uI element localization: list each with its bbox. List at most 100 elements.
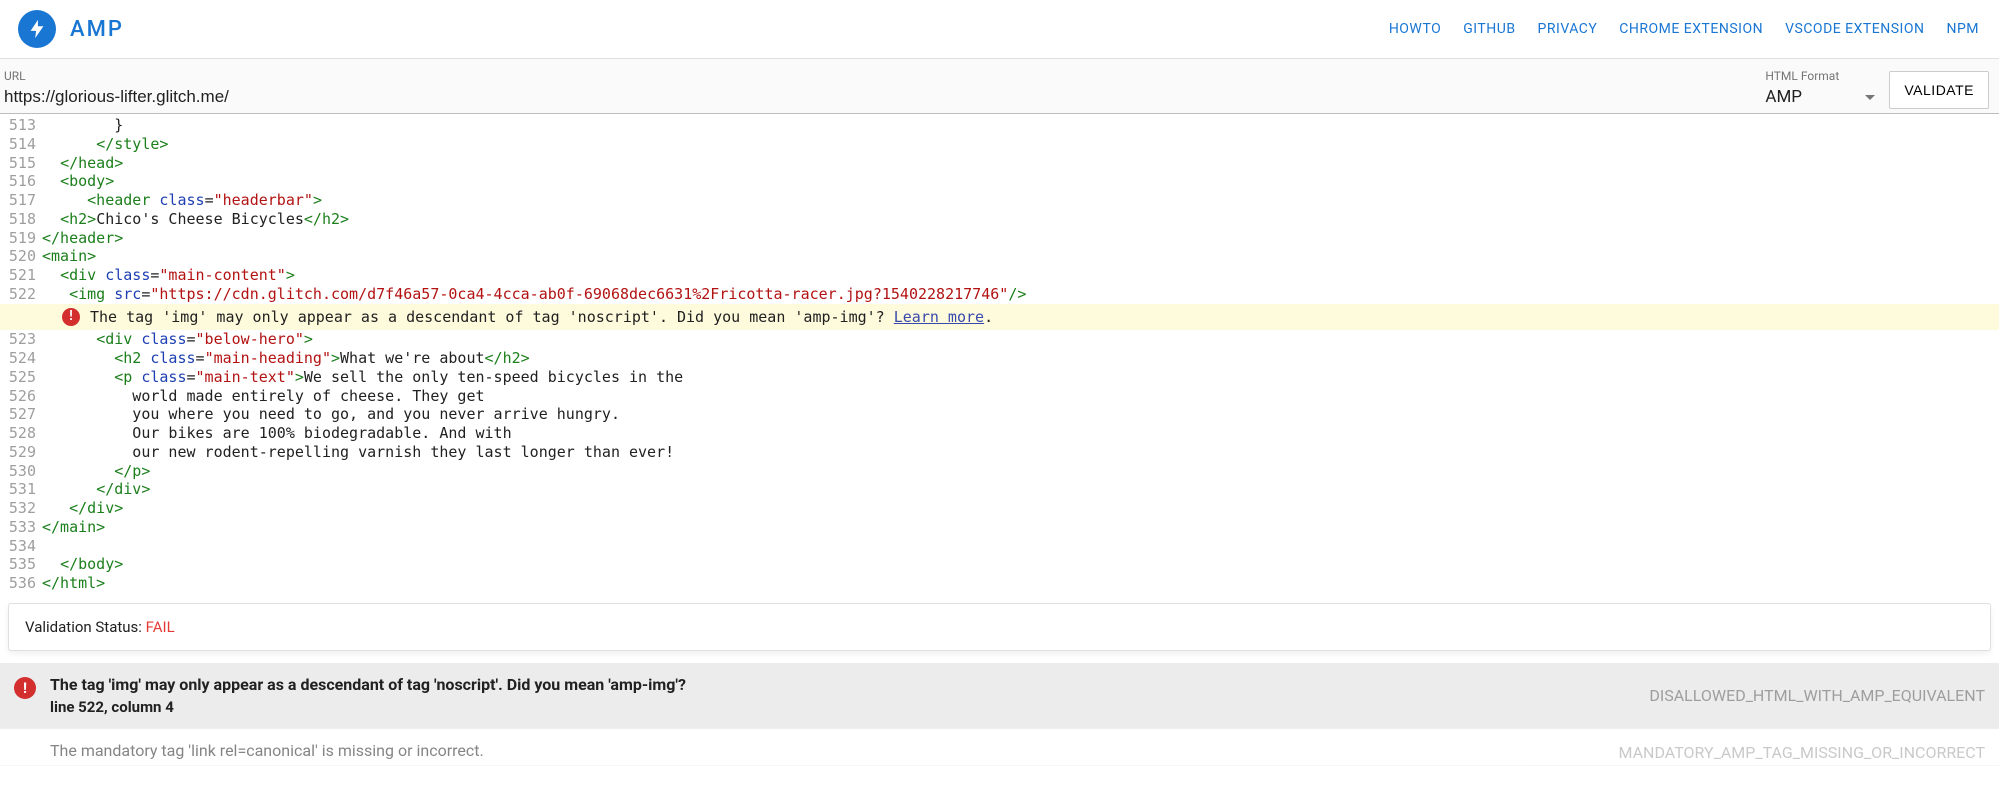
error-code: DISALLOWED_HTML_WITH_AMP_EQUIVALENT [1649,686,1985,705]
code-content [42,537,1999,556]
code-content: <div class="main-content"> [42,266,1999,285]
toolbar: URL HTML Format AMP VALIDATE [0,59,1999,114]
nav-howto[interactable]: HOWTO [1389,21,1441,37]
inline-error-text: The tag 'img' may only appear as a desce… [90,308,993,327]
error-panel: ! The tag 'img' may only appear as a des… [0,663,1999,766]
line-number: 526 [0,387,42,406]
code-content: Our bikes are 100% biodegradable. And wi… [42,424,1999,443]
code-line[interactable]: 524 <h2 class="main-heading">What we're … [0,349,1999,368]
line-number: 530 [0,462,42,481]
code-line[interactable]: 525 <p class="main-text">We sell the onl… [0,368,1999,387]
code-line[interactable]: 514 </style> [0,135,1999,154]
code-line[interactable]: 531 </div> [0,480,1999,499]
code-line[interactable]: 522 <img src="https://cdn.glitch.com/d7f… [0,285,1999,304]
error-row-partial[interactable]: ! The mandatory tag 'link rel=canonical'… [0,729,1999,766]
error-row[interactable]: ! The tag 'img' may only appear as a des… [0,663,1999,729]
line-number: 524 [0,349,42,368]
logo[interactable]: AMP [18,10,124,48]
code-line[interactable]: 523 <div class="below-hero"> [0,330,1999,349]
code-editor[interactable]: 513 }514 </style>515 </head>516 <body>51… [0,114,1999,593]
code-line[interactable]: 535 </body> [0,555,1999,574]
validate-button[interactable]: VALIDATE [1889,71,1989,109]
line-number: 534 [0,537,42,556]
error-title: The tag 'img' may only appear as a desce… [50,675,1635,694]
code-content: <h2 class="main-heading">What we're abou… [42,349,1999,368]
code-line[interactable]: 536</html> [0,574,1999,593]
code-content: <p class="main-text">We sell the only te… [42,368,1999,387]
line-number: 513 [0,116,42,135]
code-content: </html> [42,574,1999,593]
line-number: 532 [0,499,42,518]
code-line[interactable]: 517 <header class="headerbar"> [0,191,1999,210]
code-content: <header class="headerbar"> [42,191,1999,210]
line-number: 516 [0,172,42,191]
line-number: 519 [0,229,42,248]
line-number: 517 [0,191,42,210]
line-number: 518 [0,210,42,229]
learn-more-link[interactable]: Learn more [894,308,984,326]
code-line[interactable]: 533</main> [0,518,1999,537]
nav-chrome-extension[interactable]: CHROME EXTENSION [1619,21,1763,37]
code-line[interactable]: 518 <h2>Chico's Cheese Bicycles</h2> [0,210,1999,229]
code-content: <body> [42,172,1999,191]
code-content: <h2>Chico's Cheese Bicycles</h2> [42,210,1999,229]
code-content: } [42,116,1999,135]
chevron-down-icon [1865,95,1875,100]
nav-privacy[interactable]: PRIVACY [1538,21,1598,37]
nav-vscode-extension[interactable]: VSCODE EXTENSION [1785,21,1924,37]
code-line[interactable]: 527 you where you need to go, and you ne… [0,405,1999,424]
code-line[interactable]: 534 [0,537,1999,556]
code-content: </p> [42,462,1999,481]
top-nav: HOWTO GITHUB PRIVACY CHROME EXTENSION VS… [1389,21,1979,37]
format-label: HTML Format [1765,69,1875,85]
error-location: line 522, column 4 [50,698,1635,716]
code-content: </div> [42,480,1999,499]
line-number: 531 [0,480,42,499]
format-select[interactable]: HTML Format AMP [1765,69,1875,114]
line-number: 515 [0,154,42,173]
code-content: </head> [42,154,1999,173]
code-line[interactable]: 529 our new rodent-repelling varnish the… [0,443,1999,462]
url-input[interactable] [4,85,1751,113]
code-content: world made entirely of cheese. They get [42,387,1999,406]
code-content: </div> [42,499,1999,518]
error-title: The mandatory tag 'link rel=canonical' i… [50,741,1604,760]
line-number: 533 [0,518,42,537]
code-line[interactable]: 513 } [0,116,1999,135]
code-line[interactable]: 519</header> [0,229,1999,248]
code-content: <img src="https://cdn.glitch.com/d7f46a5… [42,285,1999,304]
nav-github[interactable]: GITHUB [1463,21,1515,37]
app-header: AMP HOWTO GITHUB PRIVACY CHROME EXTENSIO… [0,0,1999,59]
code-line[interactable]: 515 </head> [0,154,1999,173]
nav-npm[interactable]: NPM [1946,21,1979,37]
status-label: Validation Status: [25,618,146,636]
code-content: </header> [42,229,1999,248]
line-number: 521 [0,266,42,285]
url-field: URL [4,69,1751,113]
url-label: URL [4,69,1751,85]
line-number: 536 [0,574,42,593]
line-number: 514 [0,135,42,154]
code-line[interactable]: 526 world made entirely of cheese. They … [0,387,1999,406]
brand-text: AMP [70,17,124,42]
line-number: 535 [0,555,42,574]
error-body: The tag 'img' may only appear as a desce… [50,675,1635,716]
code-line[interactable]: 516 <body> [0,172,1999,191]
code-content: </body> [42,555,1999,574]
line-number: 529 [0,443,42,462]
error-icon: ! [14,677,36,699]
line-number: 527 [0,405,42,424]
error-code: MANDATORY_AMP_TAG_MISSING_OR_INCORRECT [1618,743,1985,762]
code-content: </style> [42,135,1999,154]
error-icon: ! [62,308,80,326]
validation-status-bar: Validation Status: FAIL [8,603,1991,651]
code-line[interactable]: 528 Our bikes are 100% biodegradable. An… [0,424,1999,443]
line-number: 525 [0,368,42,387]
code-line[interactable]: 530 </p> [0,462,1999,481]
code-content: </main> [42,518,1999,537]
code-line[interactable]: 520<main> [0,247,1999,266]
code-content: you where you need to go, and you never … [42,405,1999,424]
code-line[interactable]: 532 </div> [0,499,1999,518]
code-line[interactable]: 521 <div class="main-content"> [0,266,1999,285]
line-number: 520 [0,247,42,266]
